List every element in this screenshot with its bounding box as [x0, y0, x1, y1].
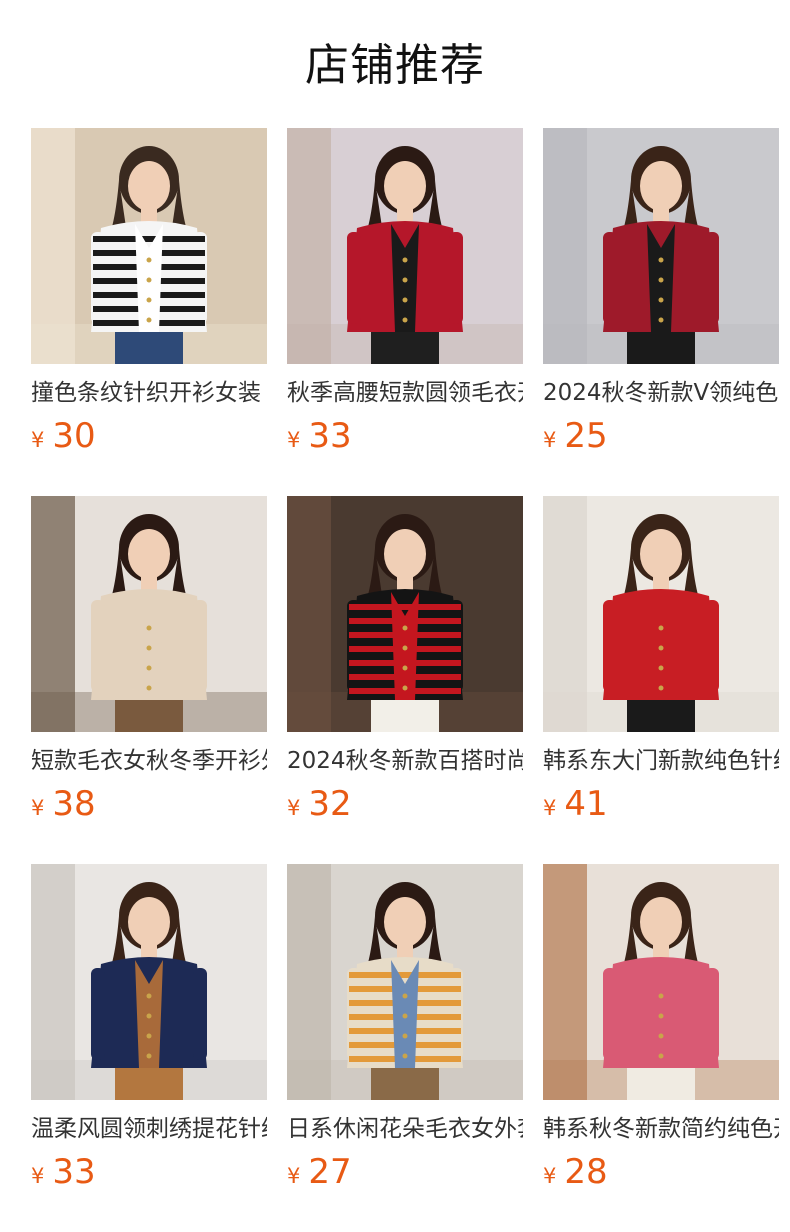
product-image[interactable] — [287, 496, 523, 732]
product-card-3[interactable]: 2024秋冬新款V领纯色开衫 ¥25 — [543, 128, 779, 468]
product-name[interactable]: 撞色条纹针织开衫女装 — [31, 378, 267, 408]
product-card-9[interactable]: 韩系秋冬新款简约纯色开衫 ¥28 — [543, 864, 779, 1204]
product-price: ¥27 — [287, 1152, 352, 1192]
product-image[interactable] — [287, 864, 523, 1100]
product-photo — [287, 864, 523, 1100]
product-price: ¥32 — [287, 784, 352, 824]
product-price: ¥30 — [31, 416, 96, 456]
price-amount: 41 — [564, 784, 608, 824]
product-card-7[interactable]: 温柔风圆领刺绣提花针织开衫 ¥33 — [31, 864, 267, 1204]
product-card-1[interactable]: 撞色条纹针织开衫女装 ¥30 — [31, 128, 267, 468]
product-image[interactable] — [31, 128, 267, 364]
currency-symbol: ¥ — [31, 796, 45, 820]
product-name[interactable]: 2024秋冬新款V领纯色开衫 — [543, 378, 779, 408]
product-price: ¥41 — [543, 784, 608, 824]
product-name[interactable]: 日系休闲花朵毛衣女外套 — [287, 1114, 523, 1144]
currency-symbol: ¥ — [31, 428, 45, 452]
product-price: ¥33 — [31, 1152, 96, 1192]
product-price: ¥33 — [287, 416, 352, 456]
price-amount: 28 — [564, 1152, 608, 1192]
product-card-5[interactable]: 2024秋冬新款百搭时尚针织衫 ¥32 — [287, 496, 523, 836]
price-amount: 33 — [52, 1152, 96, 1192]
product-grid: 撞色条纹针织开衫女装 ¥30 秋季高腰短款圆领毛衣开衫 ¥33 2024秋冬新款… — [31, 128, 779, 1208]
product-photo — [31, 496, 267, 732]
product-name[interactable]: 2024秋冬新款百搭时尚针织衫 — [287, 746, 523, 776]
price-amount: 32 — [308, 784, 352, 824]
product-image[interactable] — [543, 496, 779, 732]
product-photo — [287, 496, 523, 732]
product-name[interactable]: 短款毛衣女秋冬季开衫外套 — [31, 746, 267, 776]
product-photo — [543, 496, 779, 732]
price-amount: 25 — [564, 416, 608, 456]
product-image[interactable] — [31, 496, 267, 732]
product-photo — [287, 128, 523, 364]
product-card-8[interactable]: 日系休闲花朵毛衣女外套 ¥27 — [287, 864, 523, 1204]
price-amount: 33 — [308, 416, 352, 456]
currency-symbol: ¥ — [543, 1164, 557, 1188]
product-image[interactable] — [543, 128, 779, 364]
product-photo — [543, 864, 779, 1100]
currency-symbol: ¥ — [287, 428, 301, 452]
section-title: 店铺推荐 — [305, 40, 485, 91]
product-price: ¥28 — [543, 1152, 608, 1192]
currency-symbol: ¥ — [31, 1164, 45, 1188]
product-name[interactable]: 温柔风圆领刺绣提花针织开衫 — [31, 1114, 267, 1144]
product-image[interactable] — [31, 864, 267, 1100]
price-amount: 30 — [52, 416, 96, 456]
product-name[interactable]: 秋季高腰短款圆领毛衣开衫 — [287, 378, 523, 408]
product-price: ¥25 — [543, 416, 608, 456]
product-name[interactable]: 韩系东大门新款纯色针织开衫 — [543, 746, 779, 776]
product-photo — [543, 128, 779, 364]
product-photo — [31, 128, 267, 364]
product-card-6[interactable]: 韩系东大门新款纯色针织开衫 ¥41 — [543, 496, 779, 836]
currency-symbol: ¥ — [543, 796, 557, 820]
product-price: ¥38 — [31, 784, 96, 824]
product-image[interactable] — [543, 864, 779, 1100]
product-card-4[interactable]: 短款毛衣女秋冬季开衫外套 ¥38 — [31, 496, 267, 836]
currency-symbol: ¥ — [287, 796, 301, 820]
price-amount: 38 — [52, 784, 96, 824]
product-name[interactable]: 韩系秋冬新款简约纯色开衫 — [543, 1114, 779, 1144]
product-photo — [31, 864, 267, 1100]
currency-symbol: ¥ — [287, 1164, 301, 1188]
currency-symbol: ¥ — [543, 428, 557, 452]
price-amount: 27 — [308, 1152, 352, 1192]
product-card-2[interactable]: 秋季高腰短款圆领毛衣开衫 ¥33 — [287, 128, 523, 468]
product-image[interactable] — [287, 128, 523, 364]
